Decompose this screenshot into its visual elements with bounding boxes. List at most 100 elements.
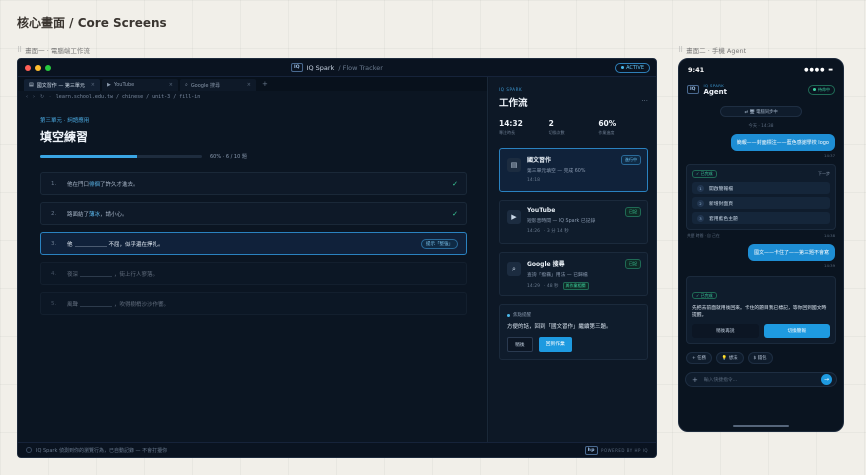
question-number: 5.	[51, 300, 57, 307]
answer-blank-input[interactable]	[74, 241, 107, 247]
powered-text: POWERED BY HP IQ	[601, 447, 648, 453]
back-icon[interactable]: ‹	[26, 94, 28, 100]
activity-card-homework[interactable]: ▤ 國文習作 第三單元填空 — 完成 60% 14:18 進行中	[499, 148, 648, 192]
stat-value: 60%	[598, 119, 617, 128]
page-title: 核心畫面 / Core Screens	[17, 16, 167, 30]
stat-value: 14:32	[499, 119, 523, 128]
answer-word: 薄冰	[89, 211, 101, 218]
tab-youtube[interactable]: ▶ YouTube ×	[102, 79, 178, 91]
step-list: 1 開啟簡報檔 2 新增封面頁 3 套用藍色主題	[692, 182, 830, 224]
play-icon: ▶	[107, 82, 111, 88]
question-1[interactable]: 1. 他在門口 徘徊 了許久才進去。 ✓	[40, 172, 467, 195]
question-text: ，吹得樹梢沙沙作響。	[114, 301, 170, 308]
url-text[interactable]: learn.school.edu.tw / chinese / unit-3 /…	[56, 94, 201, 100]
doc-icon: ▤	[507, 158, 521, 172]
step-item[interactable]: 2 新增封面頁	[692, 197, 830, 209]
tab-google[interactable]: ⌕ Google 搜尋 ×	[180, 79, 256, 91]
send-button[interactable]: →	[821, 374, 832, 386]
close-icon[interactable]: ×	[91, 82, 95, 88]
chip-idea[interactable]: 💡 想法	[715, 352, 744, 365]
homework-content: 第三單元 · 詞語應用 填空練習 60% · 6 / 10 題 1. 他在門口 …	[18, 102, 487, 329]
new-tab-button[interactable]: +	[258, 80, 272, 88]
minimize-window-button[interactable]	[35, 64, 41, 71]
answer-blank-input[interactable]	[80, 301, 113, 307]
url-bar[interactable]: ‹ › ↻ · learn.school.edu.tw / chinese / …	[18, 91, 487, 102]
phone-header: IQ IQ SPARK Agent 待命中	[679, 77, 843, 102]
later-button[interactable]: 稍後再說	[692, 324, 759, 339]
question-text: 了許久才進去。	[100, 181, 139, 188]
active-status-badge: ACTIVE	[615, 62, 650, 73]
agent-task-card: ✓ 已完成 下一步 1 開啟簡報檔 2 新增封面頁 3 套用藍色主題	[686, 164, 836, 230]
forward-icon[interactable]: ›	[33, 94, 35, 100]
status-bar: IQ Spark 偵測到你的瀏覽行為，已自動記錄 — 不會打擾你 hp POWE…	[18, 442, 656, 457]
close-window-button[interactable]	[25, 64, 31, 71]
stat-focus-time: 14:32 專注時長	[499, 119, 549, 136]
question-2[interactable]: 2. 路面結了 薄冰 ，請小心。 ✓	[40, 202, 467, 225]
search-icon: ⌕	[185, 82, 188, 88]
more-icon[interactable]: ···	[641, 97, 648, 105]
activity-card-youtube[interactable]: ▶ YouTube 短影音時間 — IQ Spark 已記錄 14:26 · 3…	[499, 200, 648, 244]
maximize-window-button[interactable]	[45, 64, 51, 71]
card-duration: · 3 分 14 秒	[543, 229, 569, 234]
question-3-current[interactable]: 3. 他 不屈，似乎還在掙扎。 提示「堅強」	[40, 232, 467, 255]
next-step-link[interactable]: 下一步	[818, 171, 830, 177]
chip-wallet[interactable]: $ 錢包	[747, 352, 773, 365]
later-button[interactable]: 稍後	[507, 337, 533, 352]
signal-battery-icon: ●●●● ▬	[804, 67, 834, 73]
activity-card-google[interactable]: ⌕ Google 搜尋 查詢「撥霧」用法 — 已歸檔 14:29 · 48 秒 …	[499, 252, 648, 296]
answer-blank-input[interactable]	[80, 271, 113, 277]
online-label: 待命中	[818, 86, 830, 92]
unit-label: 第三單元 · 詞語應用	[40, 118, 90, 124]
step-label: 開啟簡報檔	[709, 186, 733, 192]
notice-text: 方便的話，回到「國文習作」繼續第三題。	[507, 324, 612, 330]
command-input-bar[interactable]: + 輸入快捷指令... →	[685, 372, 837, 388]
check-icon: ✓	[452, 209, 458, 218]
switch-presentation-button[interactable]: 切換簡報	[763, 324, 830, 339]
close-icon[interactable]: ×	[169, 82, 173, 88]
quick-chips: + 任務 💡 想法 $ 錢包	[686, 352, 836, 365]
reload-icon[interactable]: ↻	[40, 94, 44, 100]
card-name: Google 搜尋	[527, 261, 565, 268]
hint-badge[interactable]: 提示「堅強」	[421, 238, 458, 249]
workflow-panel: IQ SPARK 工作流 ··· 14:32 專注時長 2 切換次數 60% 作…	[489, 77, 656, 444]
tab-chinese-homework[interactable]: ▤ 國文習作 — 第三單元 ×	[24, 79, 100, 91]
grip-icon: ⠿	[678, 46, 683, 54]
question-text: 不屈，似乎還在掙扎。	[108, 241, 164, 248]
status-dot-icon	[621, 66, 625, 69]
question-list: 1. 他在門口 徘徊 了許久才進去。 ✓ 2. 路面結了 薄冰 ，請小心。 ✓ …	[40, 172, 467, 315]
card-name: 國文習作	[527, 157, 552, 164]
message-time: 14:37	[824, 153, 835, 158]
phone-time: 9:41	[688, 66, 705, 74]
status-dot-icon	[507, 313, 510, 317]
brand-subtitle: / Flow Tracker	[338, 63, 383, 72]
agent-reply-card: ✓ 已完成 先把去前面就用後回來。卡住的題目我已標記，等你回到國文時提醒。 稍後…	[686, 276, 836, 345]
question-text: 他	[67, 241, 73, 248]
step-item[interactable]: 3 套用藍色主題	[692, 212, 830, 224]
question-4[interactable]: 4. 夜深 ，街上行人寥落。	[40, 262, 467, 285]
search-icon: ⌕	[507, 262, 521, 276]
card-desc: 短影音時間 — IQ Spark 已記錄	[527, 219, 596, 224]
sync-status[interactable]: ⇄ 🖥 電腦同步中	[720, 106, 802, 117]
card-duration: · 48 秒	[543, 284, 559, 289]
chip-task[interactable]: + 任務	[686, 352, 712, 365]
home-indicator	[733, 425, 789, 427]
user-message: 簡報——封面標注——藍色感謝學校 logo	[730, 134, 835, 151]
phone-title: Agent	[703, 88, 728, 96]
plus-icon[interactable]: +	[692, 376, 698, 384]
step-number-icon: 1	[697, 184, 704, 192]
grip-icon: ⠿	[17, 46, 22, 54]
question-5[interactable]: 5. 風聲 ，吹得樹梢沙沙作響。	[40, 292, 467, 315]
step-item[interactable]: 1 開啟簡報檔	[692, 182, 830, 194]
status-badge: 已記	[625, 207, 641, 217]
phone-status-bar: 9:41 ●●●● ▬	[679, 63, 843, 77]
question-number: 4.	[51, 270, 57, 277]
stat-label: 作業進度	[598, 130, 615, 135]
back-to-homework-button[interactable]: 回到作業	[538, 337, 572, 352]
command-input[interactable]: 輸入快捷指令...	[704, 376, 815, 383]
close-icon[interactable]: ×	[247, 82, 251, 88]
active-label: ACTIVE	[626, 64, 644, 71]
message-time: 14:39	[824, 263, 835, 268]
desktop-window: IQ IQ Spark / Flow Tracker ACTIVE ▤ 國文習作…	[17, 58, 657, 458]
card-desc: 第三單元填空 — 完成 60%	[527, 169, 586, 174]
status-dot-icon	[813, 88, 816, 91]
